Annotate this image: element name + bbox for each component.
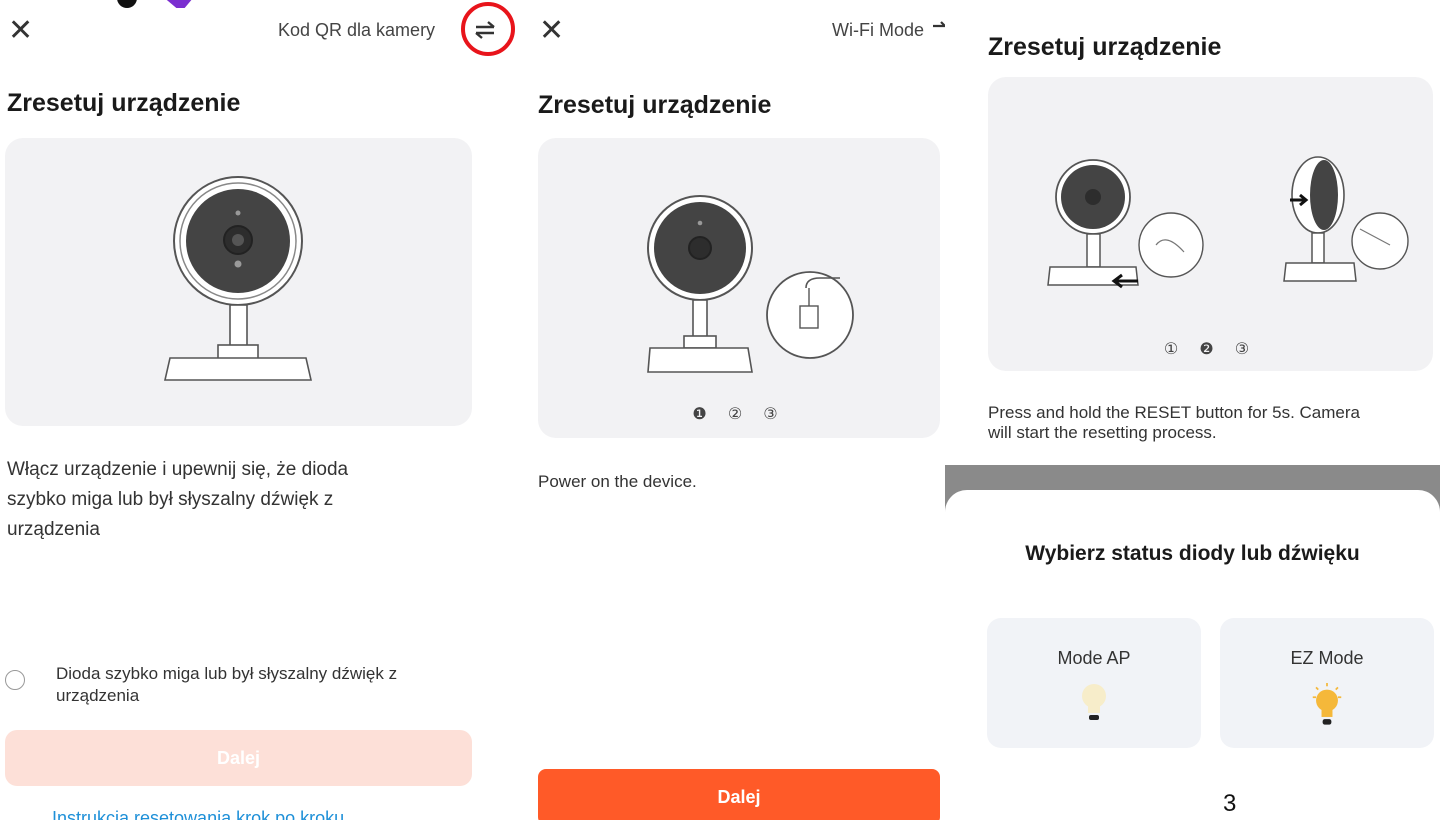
mode-select-sheet: Wybierz status diody lub dźwięku Mode AP… [945, 490, 1440, 820]
description-line: Włącz urządzenie i upewnij się, że dioda [7, 459, 349, 480]
bulb-lit-icon [1312, 683, 1342, 725]
page-number: 3 [1223, 790, 1237, 817]
mode-ap-option[interactable]: Mode AP [987, 618, 1201, 748]
camera-power-illustration [647, 195, 854, 373]
description-line: will start the resetting process. [988, 423, 1217, 442]
bulb-dim-icon [1082, 684, 1106, 720]
next-button-disabled[interactable]: Dalej [5, 730, 472, 786]
close-icon[interactable]: ✕ [8, 16, 33, 46]
step-indicator: ❶ ② ③ [692, 404, 786, 423]
screen-reset-wifi: ✕ Wi-Fi Mode Zresetuj urządzenie ❶ ② ③ P… [525, 0, 945, 820]
close-icon[interactable]: ✕ [539, 16, 564, 46]
confirm-label-line: urządzenia [56, 686, 140, 705]
description: Włącz urządzenie i upewnij się, że dioda… [7, 455, 517, 545]
description: Power on the device. [538, 472, 697, 491]
camera-illustration-card: ❶ ② ③ [538, 138, 940, 438]
reset-instructions-link[interactable]: Instrukcja resetowania krok po kroku [52, 808, 344, 820]
confirm-label-line: Dioda szybko miga lub był słyszalny dźwi… [56, 664, 398, 683]
camera-illustration-card [5, 138, 472, 426]
description-line: Press and hold the RESET button for 5s. … [988, 403, 1360, 422]
camera-illustration [163, 176, 313, 381]
mode-ap-label: Mode AP [1057, 648, 1131, 668]
ez-mode-label: EZ Mode [1290, 648, 1364, 668]
ez-mode-option[interactable]: EZ Mode [1220, 618, 1434, 748]
page-title: Zresetuj urządzenie [988, 33, 1222, 61]
page-title: Zresetuj urządzenie [538, 91, 772, 119]
qr-mode-link[interactable]: Kod QR dla kamery [278, 20, 435, 41]
top-strip-decoration [0, 0, 525, 8]
description: Press and hold the RESET button for 5s. … [988, 403, 1438, 443]
highlight-circle [461, 2, 515, 56]
swap-arrows-icon[interactable] [933, 20, 945, 36]
reset-illustration-card: ① ❷ ③ [988, 77, 1433, 371]
reset-button-illustration [1047, 156, 1409, 289]
description-line: szybko miga lub był słyszalny dźwięk z [7, 489, 334, 510]
sheet-title: Wybierz status diody lub dźwięku [1025, 542, 1360, 565]
confirm-label[interactable]: Dioda szybko miga lub był słyszalny dźwi… [56, 663, 516, 707]
wifi-mode-link[interactable]: Wi-Fi Mode [832, 20, 924, 41]
page-title: Zresetuj urządzenie [7, 89, 241, 117]
next-button[interactable]: Dalej [538, 769, 940, 820]
screen-reset-mode: Zresetuj urządzenie ① ❷ ③ Press and hold… [945, 0, 1440, 820]
screen-reset-qr: ✕ Kod QR dla kamery Zresetuj urządzenie … [0, 0, 525, 820]
step-indicator: ① ❷ ③ [1163, 339, 1258, 358]
description-line: urządzenia [7, 519, 100, 540]
confirm-radio[interactable] [5, 670, 25, 690]
